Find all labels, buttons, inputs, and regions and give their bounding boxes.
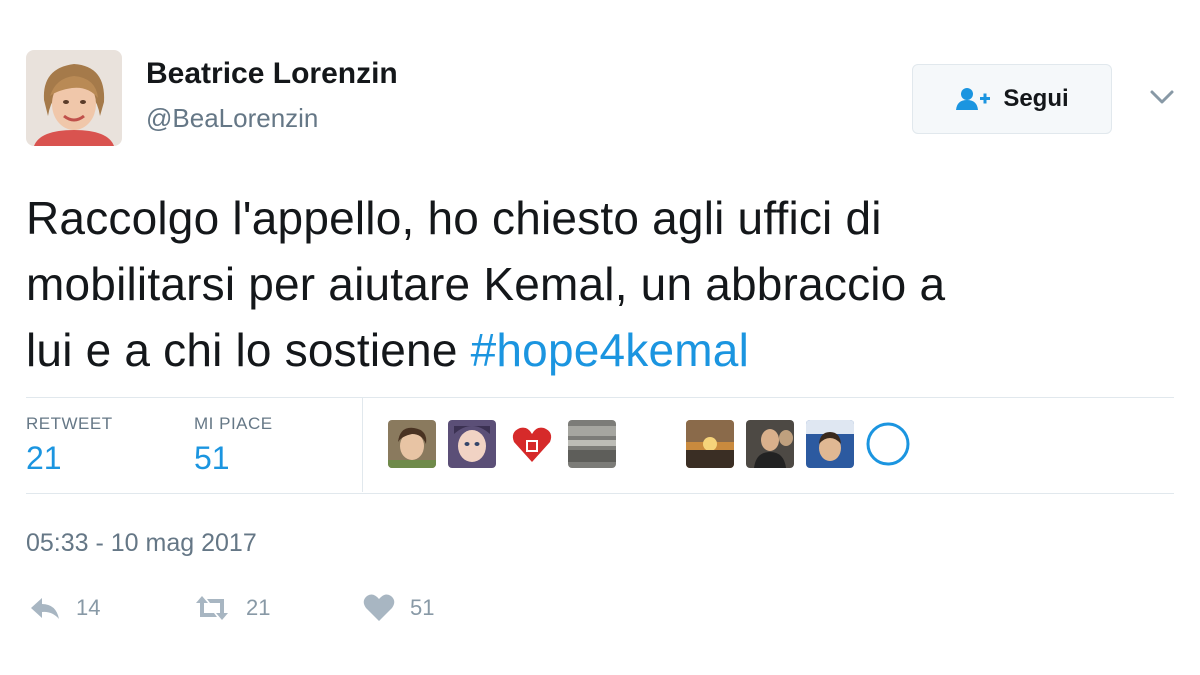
tweet-timestamp[interactable]: 05:33 - 10 mag 2017 [26,528,257,558]
chevron-down-icon[interactable] [1144,82,1180,112]
retweet-button[interactable]: 21 [192,590,270,626]
stats-divider [362,398,363,492]
retweet-stat-count: 21 [26,440,62,476]
divider [26,493,1174,494]
divider [26,397,1174,398]
heart-icon [362,593,396,623]
follow-button[interactable]: Segui [912,64,1112,134]
likes-stat-count: 51 [194,440,230,476]
liker-avatar[interactable] [448,420,496,468]
retweet-stat-label: RETWEET [26,414,113,433]
retweet-icon [192,593,232,623]
tweet-text: Raccolgo l'appello, ho chiesto agli uffi… [26,185,1176,383]
tweet-text-line: mobilitarsi per aiutare Kemal, un abbrac… [26,258,946,310]
tweet-text-line: Raccolgo l'appello, ho chiesto agli uffi… [26,192,882,244]
author-handle[interactable]: @BeaLorenzin [146,102,318,134]
add-user-icon [955,86,991,112]
tweet-text-line: lui e a chi lo sostiene #hope4kemal [26,317,1176,383]
liker-avatar[interactable] [806,420,854,468]
hashtag-link[interactable]: #hope4kemal [471,324,749,376]
retweet-count: 21 [246,595,271,620]
reply-button[interactable]: 14 [28,590,100,626]
liker-avatar[interactable] [568,420,616,468]
like-count: 51 [410,595,435,620]
more-likers-icon[interactable] [864,420,912,468]
liker-avatar[interactable] [388,420,436,468]
follow-button-label: Segui [1003,85,1069,112]
liker-avatar[interactable] [746,420,794,468]
reply-icon [28,593,62,623]
reply-count: 14 [76,595,101,620]
author-avatar[interactable] [26,50,122,146]
liker-avatar[interactable] [508,420,556,468]
retweet-stat[interactable]: RETWEET 21 [26,414,113,476]
likes-stat-label: MI PIACE [194,414,273,433]
tweet-text-segment: lui e a chi lo sostiene [26,324,471,376]
likes-stat[interactable]: MI PIACE 51 [194,414,273,476]
author-name[interactable]: Beatrice Lorenzin [146,56,398,92]
liker-avatar[interactable] [686,420,734,468]
like-button[interactable]: 51 [362,590,434,626]
